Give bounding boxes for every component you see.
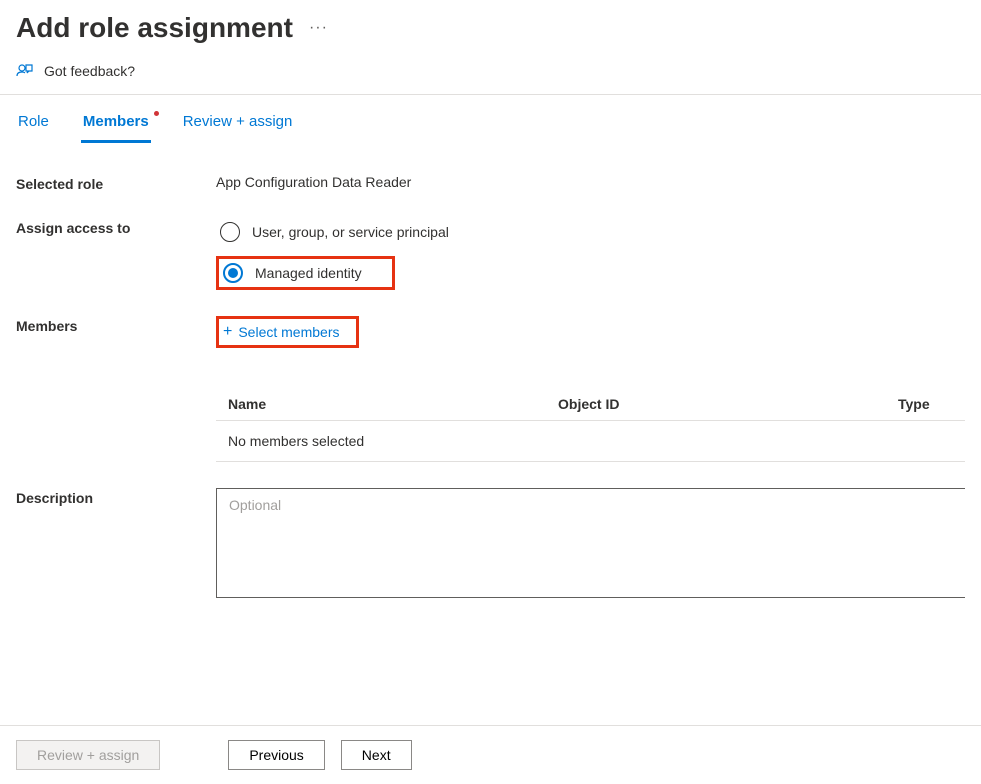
plus-icon: +	[223, 323, 232, 341]
radio-icon	[223, 263, 243, 283]
tab-indicator-dot	[154, 111, 159, 116]
radio-managed-label: Managed identity	[255, 265, 362, 281]
radio-icon	[220, 222, 240, 242]
next-button[interactable]: Next	[341, 740, 412, 770]
table-empty-row: No members selected	[216, 421, 965, 462]
radio-user-group-sp[interactable]: User, group, or service principal	[216, 218, 965, 246]
selected-role-label: Selected role	[16, 174, 216, 192]
footer: Review + assign Previous Next	[0, 725, 981, 784]
table-header: Name Object ID Type	[216, 388, 965, 421]
content: Selected role App Configuration Data Rea…	[0, 144, 981, 598]
tab-review-assign[interactable]: Review + assign	[181, 105, 295, 143]
feedback-icon	[16, 62, 34, 80]
tabs: Role Members Review + assign	[0, 95, 981, 144]
radio-user-label: User, group, or service principal	[252, 224, 449, 240]
feedback-bar[interactable]: Got feedback?	[0, 52, 981, 94]
assign-access-row: Assign access to User, group, or service…	[16, 218, 965, 290]
spacer	[176, 740, 212, 770]
review-assign-button[interactable]: Review + assign	[16, 740, 160, 770]
col-name: Name	[228, 396, 558, 412]
radio-managed-identity[interactable]: Managed identity	[216, 256, 395, 290]
select-members-text: Select members	[238, 324, 339, 340]
select-members-highlight: + Select members	[216, 316, 359, 348]
col-objectid: Object ID	[558, 396, 898, 412]
more-icon[interactable]: ···	[309, 19, 328, 37]
radio-checked-dot	[228, 268, 238, 278]
tab-members[interactable]: Members	[81, 105, 151, 143]
selected-role-row: Selected role App Configuration Data Rea…	[16, 174, 965, 192]
select-members-link[interactable]: + Select members	[223, 323, 340, 341]
assign-access-radio-group: User, group, or service principal Manage…	[216, 218, 965, 290]
page-title: Add role assignment	[16, 12, 293, 44]
description-row: Description	[16, 488, 965, 598]
assign-access-label: Assign access to	[16, 218, 216, 236]
page-header: Add role assignment ···	[0, 0, 981, 52]
selected-role-value: App Configuration Data Reader	[216, 174, 965, 190]
members-table: Name Object ID Type No members selected	[216, 388, 965, 462]
feedback-link[interactable]: Got feedback?	[44, 63, 135, 79]
col-type: Type	[898, 396, 953, 412]
previous-button[interactable]: Previous	[228, 740, 324, 770]
tab-members-label: Members	[83, 113, 149, 130]
description-textarea[interactable]	[216, 488, 965, 598]
description-label: Description	[16, 488, 216, 598]
members-label: Members	[16, 316, 216, 334]
tab-role[interactable]: Role	[16, 105, 51, 143]
members-row: Members + Select members Name Object ID …	[16, 316, 965, 462]
